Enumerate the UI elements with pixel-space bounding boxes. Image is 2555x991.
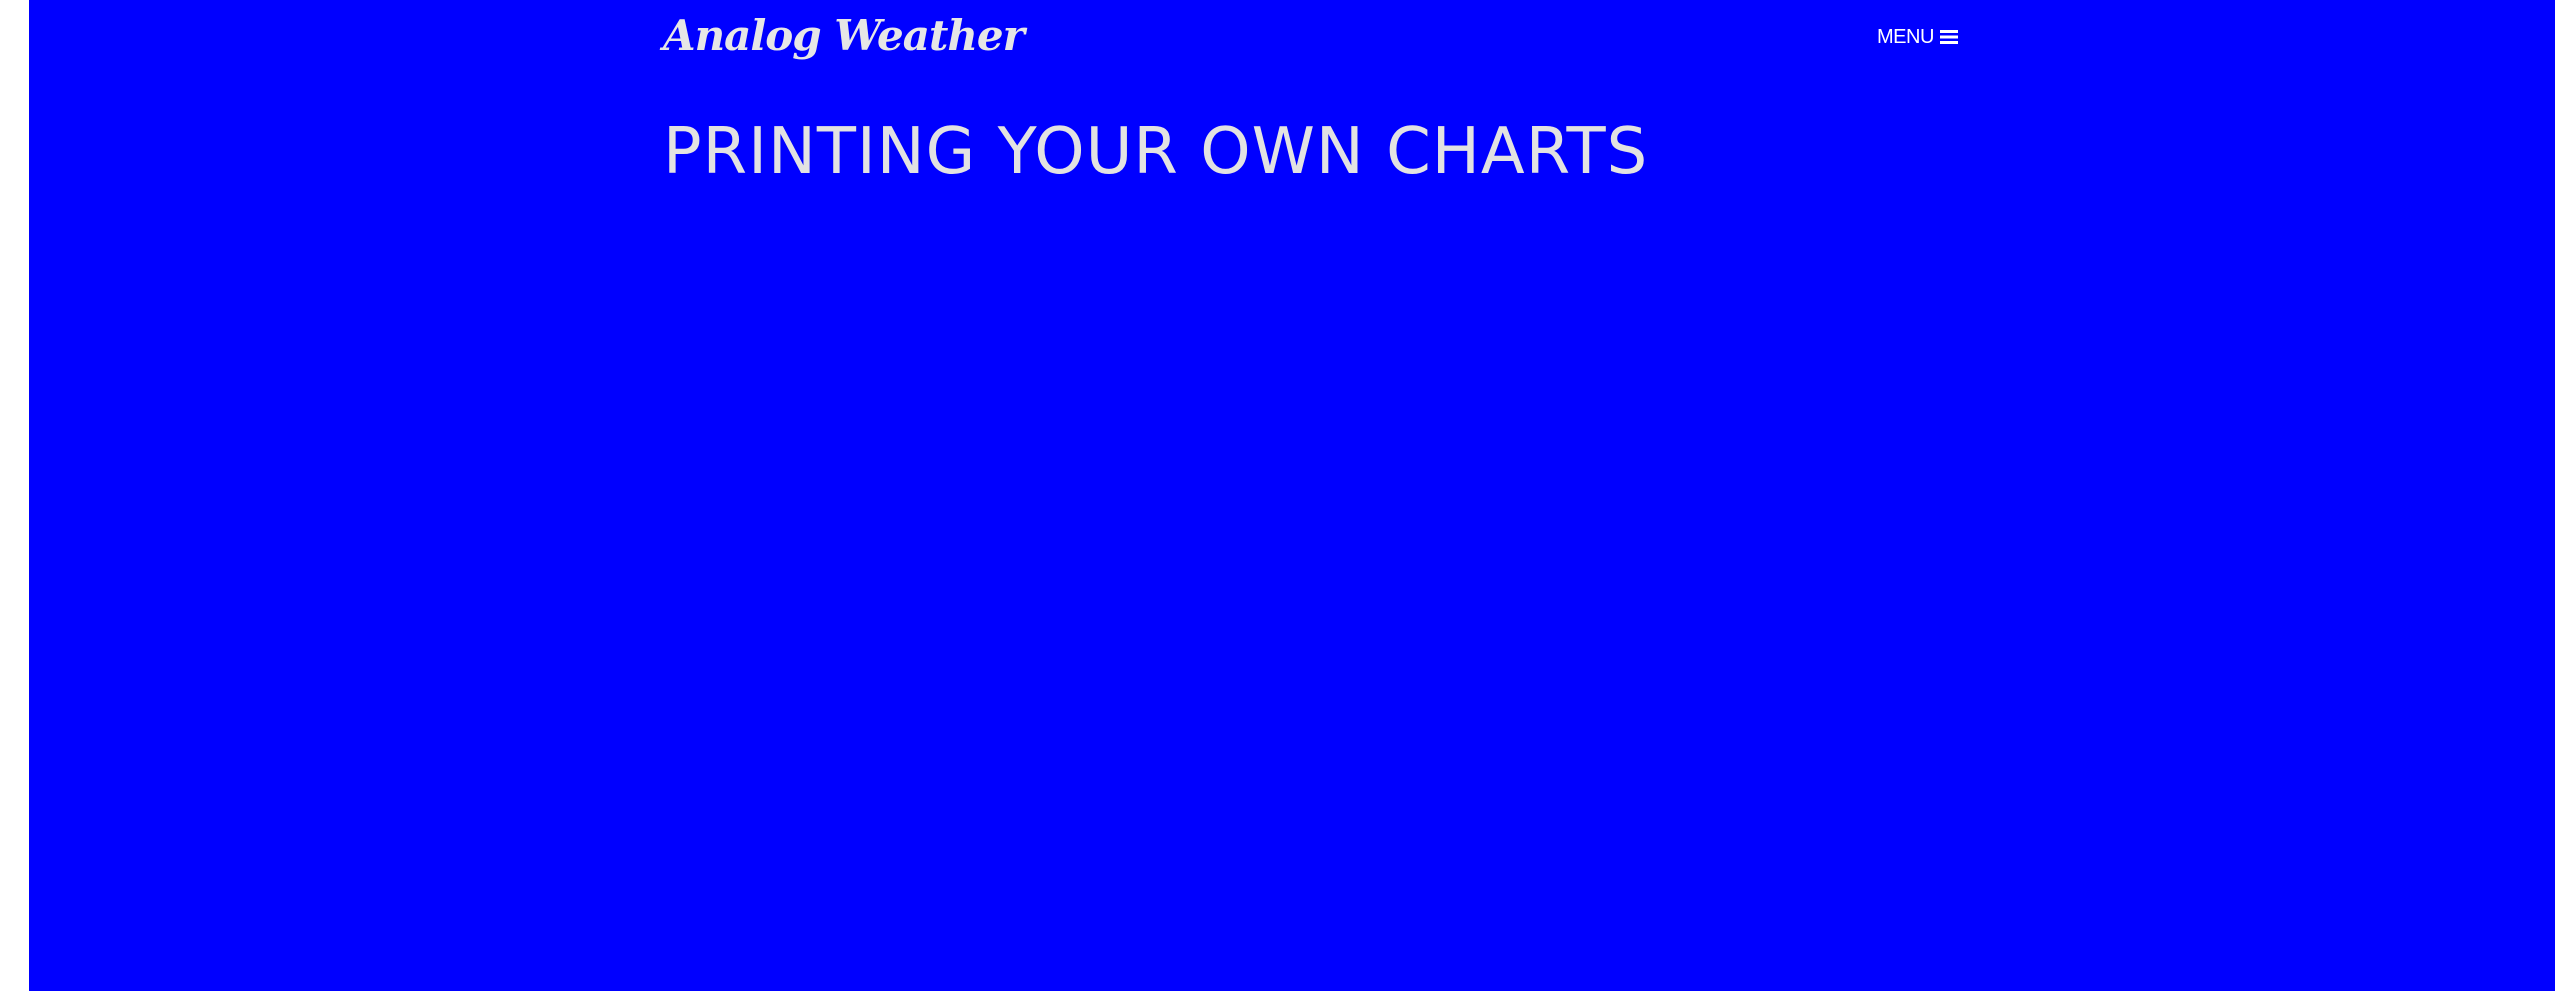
site-header: Analog Weather MENU xyxy=(29,0,2555,80)
site-logo[interactable]: Analog Weather xyxy=(663,8,1025,64)
hamburger-icon xyxy=(1939,29,1958,45)
menu-button[interactable]: MENU xyxy=(1877,22,1958,52)
page-background: Analog Weather MENU PRINTING YOUR OWN CH… xyxy=(29,0,2555,991)
menu-label: MENU xyxy=(1877,25,1934,48)
page-title: PRINTING YOUR OWN CHARTS xyxy=(663,115,1649,189)
